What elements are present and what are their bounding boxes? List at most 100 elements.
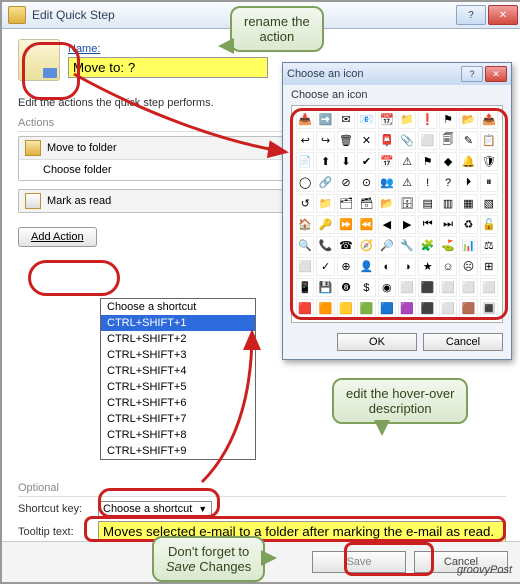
shortcut-option[interactable]: CTRL+SHIFT+9 [101, 443, 255, 459]
icon-cell[interactable]: $ [357, 278, 375, 297]
shortcut-option[interactable]: CTRL+SHIFT+8 [101, 427, 255, 443]
icon-cell[interactable]: ⏩ [337, 215, 355, 234]
quickstep-icon-button[interactable] [18, 39, 60, 81]
icon-cell[interactable]: 🔑 [316, 215, 334, 234]
icon-cell[interactable]: 🧩 [418, 236, 436, 255]
icon-cell[interactable]: 🗃 [357, 194, 375, 213]
icon-cell[interactable]: 📅 [378, 152, 396, 171]
icon-cell[interactable]: 📎 [398, 131, 416, 150]
icon-cell[interactable]: 📂 [459, 110, 477, 129]
icon-cell[interactable]: ⚠ [398, 173, 416, 192]
icon-cell[interactable]: ▥ [439, 194, 457, 213]
icon-cell[interactable]: ♻ [459, 215, 477, 234]
icon-cell[interactable]: 📱 [296, 278, 314, 297]
icon-cell[interactable]: 🛡 [480, 152, 498, 171]
add-action-button[interactable]: Add Action [18, 227, 97, 247]
icon-cell[interactable]: ⏵ [459, 173, 477, 192]
icon-cell[interactable]: ⏭ [439, 215, 457, 234]
picker-cancel-button[interactable]: Cancel [423, 333, 503, 351]
icon-cell[interactable]: 🔗 [316, 173, 334, 192]
shortcut-dropdown[interactable]: Choose a shortcutCTRL+SHIFT+1 CTRL+SHIFT+… [100, 298, 256, 460]
icon-cell[interactable]: 🔧 [398, 236, 416, 255]
icon-cell[interactable]: ✉ [337, 110, 355, 129]
icon-cell[interactable]: 🔎 [378, 236, 396, 255]
icon-cell[interactable]: ⊞ [480, 257, 498, 276]
icon-cell[interactable]: ▤ [418, 194, 436, 213]
icon-cell[interactable]: 🔳 [480, 299, 498, 318]
icon-cell[interactable]: ✔ [357, 152, 375, 171]
icon-cell[interactable]: ↪ [316, 131, 334, 150]
icon-cell[interactable]: 🗄 [398, 194, 416, 213]
shortcut-option[interactable]: CTRL+SHIFT+1 [101, 315, 255, 331]
icon-cell[interactable]: 🗂 [337, 194, 355, 213]
icon-cell[interactable]: 📆 [378, 110, 396, 129]
icon-cell[interactable]: ⬜ [480, 278, 498, 297]
icon-cell[interactable]: 📊 [459, 236, 477, 255]
icon-cell[interactable]: 📧 [357, 110, 375, 129]
help-button[interactable]: ? [456, 5, 486, 25]
icon-cell[interactable]: ? [439, 173, 457, 192]
icon-cell[interactable]: ▦ [459, 194, 477, 213]
icon-cell[interactable]: ⛳ [439, 236, 457, 255]
icon-cell[interactable]: ✓ [316, 257, 334, 276]
shortcut-option[interactable]: Choose a shortcut [101, 299, 255, 315]
icon-cell[interactable]: ⬜ [439, 299, 457, 318]
icon-cell[interactable]: ⬛ [418, 299, 436, 318]
icon-cell[interactable]: 📂 [378, 194, 396, 213]
shortcut-option[interactable]: CTRL+SHIFT+4 [101, 363, 255, 379]
shortcut-combo[interactable]: Choose a shortcut ▼ [98, 501, 212, 517]
icon-cell[interactable]: 🟪 [398, 299, 416, 318]
icon-cell[interactable]: ⚖ [480, 236, 498, 255]
icon-cell[interactable]: ⏸ [480, 173, 498, 192]
icon-cell[interactable]: ❽ [337, 278, 355, 297]
icon-cell[interactable]: ☎ [337, 236, 355, 255]
icon-cell[interactable]: 📋 [480, 131, 498, 150]
picker-help-button[interactable]: ? [461, 66, 483, 82]
icon-cell[interactable]: 🔍 [296, 236, 314, 255]
shortcut-option[interactable]: CTRL+SHIFT+6 [101, 395, 255, 411]
icon-cell[interactable]: 🟨 [337, 299, 355, 318]
icon-cell[interactable]: ▧ [480, 194, 498, 213]
icon-cell[interactable]: 🟧 [316, 299, 334, 318]
icon-cell[interactable]: 💾 [316, 278, 334, 297]
icon-cell[interactable]: ◆ [439, 152, 457, 171]
icon-cell[interactable]: 🟦 [378, 299, 396, 318]
icon-cell[interactable]: 🏠 [296, 215, 314, 234]
icon-cell[interactable]: ⬛ [418, 278, 436, 297]
picker-close-button[interactable]: ✕ [485, 66, 507, 82]
icon-cell[interactable]: 📞 [316, 236, 334, 255]
icon-cell[interactable]: ◑ [398, 257, 416, 276]
icon-cell[interactable]: 📁 [316, 194, 334, 213]
shortcut-option[interactable]: CTRL+SHIFT+7 [101, 411, 255, 427]
icon-cell[interactable]: 🧭 [357, 236, 375, 255]
icon-cell[interactable]: ↺ [296, 194, 314, 213]
icon-cell[interactable]: 📄 [296, 152, 314, 171]
icon-cell[interactable]: 🗐 [439, 131, 457, 150]
icon-cell[interactable]: 👥 [378, 173, 396, 192]
icon-cell[interactable]: 🔔 [459, 152, 477, 171]
icon-cell[interactable]: 📁 [398, 110, 416, 129]
icon-cell[interactable]: 🟩 [357, 299, 375, 318]
icon-cell[interactable]: ◐ [378, 257, 396, 276]
icon-cell[interactable]: ⊕ [337, 257, 355, 276]
icon-cell[interactable]: 🟫 [459, 299, 477, 318]
icon-cell[interactable]: ⬆ [316, 152, 334, 171]
icon-cell[interactable]: ⚑ [439, 110, 457, 129]
icon-cell[interactable]: 🔓 [480, 215, 498, 234]
icon-cell[interactable]: ✕ [357, 131, 375, 150]
icon-cell[interactable]: ⬜ [418, 131, 436, 150]
icon-cell[interactable]: ◉ [378, 278, 396, 297]
icon-cell[interactable]: 📤 [480, 110, 498, 129]
icon-cell[interactable]: 🗑 [337, 131, 355, 150]
icon-cell[interactable]: ⬇ [337, 152, 355, 171]
icon-cell[interactable]: ⚠ [398, 152, 416, 171]
icon-cell[interactable]: ⊘ [337, 173, 355, 192]
icon-cell[interactable]: 📥 [296, 110, 314, 129]
save-button[interactable]: Save [312, 551, 406, 573]
icon-cell[interactable]: 🟥 [296, 299, 314, 318]
icon-cell[interactable]: 👤 [357, 257, 375, 276]
icon-cell[interactable]: 📮 [378, 131, 396, 150]
icon-cell[interactable]: ➡️ [316, 110, 334, 129]
icon-cell[interactable]: ⏮ [418, 215, 436, 234]
icon-cell[interactable]: ⬜ [398, 278, 416, 297]
